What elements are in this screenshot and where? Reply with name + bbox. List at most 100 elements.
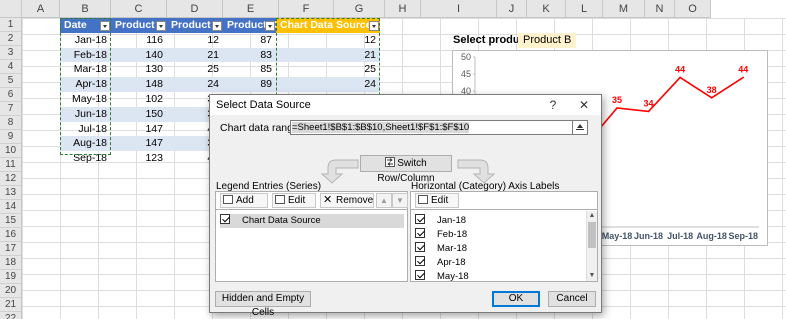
- table-cell[interactable]: Jan-18: [60, 33, 111, 48]
- filter-dropdown-icon[interactable]: [265, 21, 275, 31]
- data-point[interactable]: [710, 97, 713, 99]
- table-cell[interactable]: 116: [111, 33, 167, 48]
- table-header[interactable]: Product B: [167, 18, 223, 33]
- table-cell[interactable]: 147: [111, 136, 167, 152]
- row-header[interactable]: 17: [0, 242, 22, 256]
- checkbox[interactable]: [415, 256, 425, 266]
- row-header[interactable]: 1: [0, 18, 22, 32]
- table-cell[interactable]: 12: [276, 33, 380, 48]
- edit-axis-labels-button[interactable]: Edit: [415, 193, 459, 208]
- filter-dropdown-icon[interactable]: [100, 21, 110, 31]
- column-header[interactable]: A: [22, 0, 60, 18]
- list-item[interactable]: Chart Data Source: [220, 214, 404, 228]
- row-header[interactable]: 18: [0, 256, 22, 270]
- row-header[interactable]: 19: [0, 270, 22, 284]
- data-point[interactable]: [616, 107, 618, 109]
- add-series-button[interactable]: Add: [220, 193, 268, 208]
- table-header[interactable]: Product A: [111, 18, 167, 33]
- column-header[interactable]: H: [385, 0, 421, 18]
- list-item[interactable]: Feb-18: [415, 228, 583, 242]
- select-data-source-dialog[interactable]: Select Data Source ? ✕ Chart data range:…: [209, 94, 602, 318]
- hidden-empty-cells-button[interactable]: Hidden and Empty Cells: [215, 291, 311, 318]
- axis-list-scrollbar[interactable]: ▲ ▼: [586, 211, 597, 281]
- table-cell[interactable]: Aug-18: [60, 136, 111, 152]
- row-header[interactable]: 21: [0, 298, 22, 312]
- help-button[interactable]: ?: [543, 97, 563, 113]
- column-header[interactable]: M: [603, 0, 645, 18]
- row-header[interactable]: 22: [0, 312, 22, 319]
- list-item[interactable]: Apr-18: [415, 256, 583, 270]
- scroll-thumb[interactable]: [588, 222, 596, 248]
- table-cell[interactable]: 21: [276, 47, 380, 63]
- row-header[interactable]: 10: [0, 144, 22, 158]
- table-header[interactable]: Chart Data Source: [276, 18, 380, 33]
- table-cell[interactable]: 140: [111, 47, 167, 63]
- table-cell[interactable]: 89: [223, 77, 276, 92]
- table-cell[interactable]: 24: [167, 77, 223, 92]
- move-down-button[interactable]: ▼: [392, 193, 408, 208]
- dialog-title-bar[interactable]: Select Data Source ? ✕: [210, 95, 601, 115]
- row-header[interactable]: 5: [0, 74, 22, 88]
- column-header[interactable]: K: [527, 0, 566, 18]
- table-cell[interactable]: 85: [223, 62, 276, 77]
- table-cell[interactable]: Jul-18: [60, 122, 111, 137]
- filter-dropdown-icon[interactable]: [156, 21, 166, 31]
- table-cell[interactable]: 21: [167, 47, 223, 63]
- column-header[interactable]: C: [111, 0, 167, 18]
- table-cell[interactable]: 123: [111, 151, 167, 166]
- row-header[interactable]: 13: [0, 186, 22, 200]
- table-cell[interactable]: 150: [111, 106, 167, 122]
- table-cell[interactable]: Feb-18: [60, 47, 111, 63]
- table-cell[interactable]: 130: [111, 62, 167, 77]
- cancel-button[interactable]: Cancel: [548, 291, 596, 307]
- table-cell[interactable]: Sep-18: [60, 151, 111, 166]
- table-cell[interactable]: 25: [276, 62, 380, 77]
- table-cell[interactable]: 102: [111, 92, 167, 107]
- table-cell[interactable]: Mar-18: [60, 62, 111, 77]
- checkbox[interactable]: [415, 228, 425, 238]
- ok-button[interactable]: OK: [492, 291, 540, 307]
- row-header[interactable]: 4: [0, 60, 22, 74]
- table-cell[interactable]: 12: [167, 33, 223, 48]
- checkbox[interactable]: [415, 270, 425, 280]
- row-header[interactable]: 12: [0, 172, 22, 186]
- table-cell[interactable]: May-18: [60, 92, 111, 107]
- chart-data-range-input[interactable]: =Sheet1!$B$1:$B$10,Sheet1!$F$1:$F$10: [290, 120, 588, 135]
- row-header[interactable]: 8: [0, 116, 22, 130]
- legend-entries-list[interactable]: Add Edit ✕ Remove ▲ ▼ Chart Data Source: [215, 191, 408, 282]
- column-header[interactable]: I: [421, 0, 497, 18]
- row-header[interactable]: 20: [0, 284, 22, 298]
- column-header[interactable]: L: [566, 0, 603, 18]
- row-header[interactable]: 16: [0, 228, 22, 242]
- select-product-value[interactable]: Product B: [518, 33, 577, 48]
- row-header[interactable]: 14: [0, 200, 22, 214]
- scroll-up-icon[interactable]: ▲: [587, 211, 597, 221]
- switch-row-column-button[interactable]: Switch Row/Column: [360, 155, 452, 184]
- row-header[interactable]: 9: [0, 130, 22, 144]
- table-cell[interactable]: 87: [223, 33, 276, 48]
- select-all-corner[interactable]: [0, 0, 22, 18]
- filter-dropdown-icon[interactable]: [212, 21, 222, 31]
- row-header[interactable]: 6: [0, 88, 22, 102]
- row-header[interactable]: 2: [0, 32, 22, 46]
- row-header[interactable]: 3: [0, 46, 22, 60]
- column-header[interactable]: F: [279, 0, 334, 18]
- table-cell[interactable]: 148: [111, 77, 167, 92]
- table-cell[interactable]: Apr-18: [60, 77, 111, 92]
- table-cell[interactable]: Jun-18: [60, 106, 111, 122]
- list-item[interactable]: May-18: [415, 270, 583, 284]
- remove-series-button[interactable]: ✕ Remove: [320, 193, 374, 208]
- list-item[interactable]: Jan-18: [415, 214, 583, 228]
- column-header[interactable]: N: [645, 0, 675, 18]
- column-header[interactable]: D: [167, 0, 223, 18]
- checkbox[interactable]: [415, 214, 425, 224]
- table-header[interactable]: Product C: [223, 18, 276, 33]
- data-point[interactable]: [742, 76, 745, 79]
- axis-labels-list[interactable]: Edit Jan-18 Feb-18 Mar-18 Apr-18 May-18 ▲ ▼: [410, 191, 598, 282]
- edit-series-button[interactable]: Edit: [272, 193, 316, 208]
- data-point[interactable]: [679, 76, 681, 79]
- move-up-button[interactable]: ▲: [376, 193, 392, 208]
- collapse-dialog-icon[interactable]: [572, 120, 588, 135]
- filter-dropdown-icon[interactable]: [369, 21, 379, 31]
- scroll-down-icon[interactable]: ▼: [587, 271, 597, 281]
